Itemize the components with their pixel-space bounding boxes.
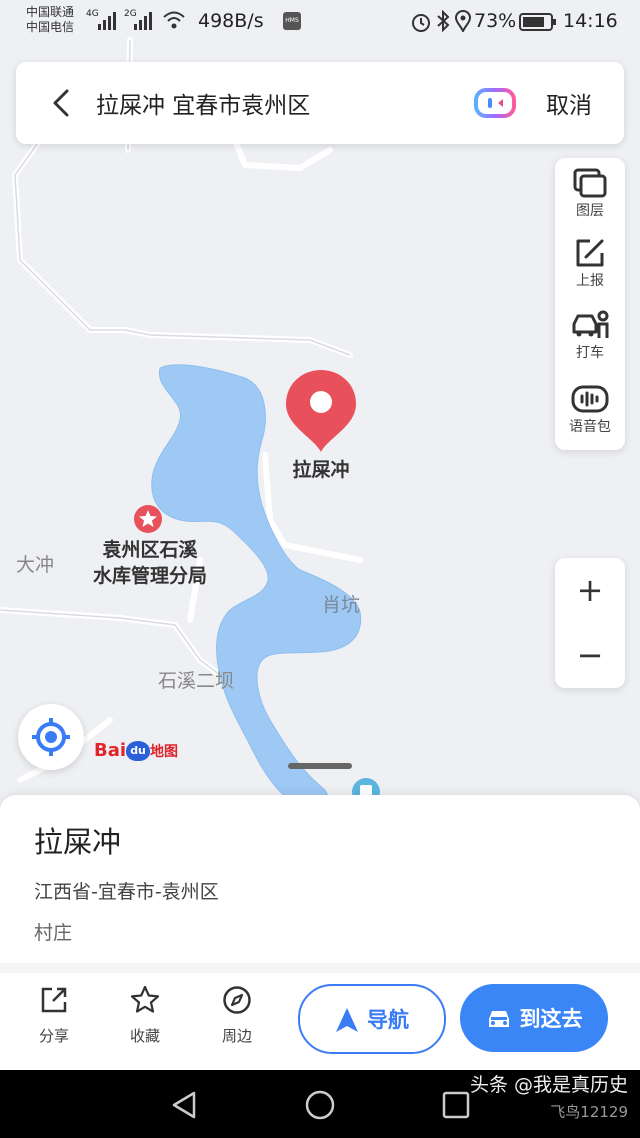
- report-button[interactable]: 上报: [555, 238, 625, 290]
- zoom-out-button[interactable]: −: [555, 623, 625, 688]
- search-query[interactable]: 拉屎冲 宜春市袁州区: [96, 86, 310, 120]
- watermark-2: 飞鸟12129: [550, 1103, 628, 1121]
- share-icon: [41, 987, 67, 1013]
- battery-icon: [519, 13, 556, 31]
- battery-percent: 73%: [474, 10, 517, 32]
- search-bar[interactable]: 拉屎冲 宜春市袁州区 取消: [16, 62, 624, 144]
- taxi-label: 打车: [576, 345, 604, 361]
- star-icon: [130, 985, 160, 1013]
- share-button[interactable]: 分享: [24, 985, 84, 1046]
- signal-type-1: 4G: [86, 9, 99, 19]
- watermark: 飞鸟12129 头条 @我是真历史: [470, 1074, 628, 1122]
- favorite-button[interactable]: 收藏: [115, 985, 175, 1046]
- navigate-label: 导航: [367, 1008, 409, 1032]
- share-label: 分享: [38, 1027, 69, 1045]
- taxi-icon: [572, 310, 609, 338]
- locate-me-button[interactable]: [18, 704, 84, 770]
- net-speed: 498B/s: [198, 10, 264, 32]
- sheet-drag-handle[interactable]: [288, 763, 352, 769]
- place-address: 江西省-宜春市-袁州区: [34, 881, 219, 903]
- watermark-text: 头条 @我是真历史: [469, 1074, 628, 1096]
- crosshair-icon: [32, 718, 70, 756]
- carrier-labels: 中国联通 中国电信: [26, 5, 74, 35]
- favorite-label: 收藏: [129, 1027, 160, 1045]
- zoom-in-button[interactable]: +: [555, 558, 625, 623]
- wifi-icon: [163, 11, 185, 29]
- map-label-dam: 石溪二坝: [158, 670, 235, 692]
- back-nav-icon[interactable]: [170, 1090, 198, 1120]
- back-arrow-icon[interactable]: [50, 88, 72, 118]
- voice-pack-label: 语音包: [569, 419, 611, 435]
- poi-label-line1: 袁州区石溪: [102, 539, 198, 561]
- poi-label[interactable]: 袁州区石溪 水库管理分局: [80, 537, 220, 589]
- car-icon: [488, 1011, 509, 1027]
- system-nav-bar: 飞鸟12129 头条 @我是真历史: [0, 1070, 640, 1138]
- layers-icon: [573, 168, 607, 198]
- location-pin-icon[interactable]: [284, 368, 358, 454]
- voice-pack-button[interactable]: 语音包: [555, 384, 625, 436]
- alarm-icon: [412, 14, 430, 32]
- location-status-icon: [455, 10, 471, 32]
- place-type: 村庄: [34, 922, 73, 944]
- layers-label: 图层: [576, 203, 604, 219]
- navigate-button[interactable]: 导航: [298, 984, 446, 1054]
- go-here-button[interactable]: 到这去: [460, 984, 608, 1052]
- go-here-label: 到这去: [519, 1007, 583, 1031]
- baidu-map-logo: Bai du 地图: [94, 740, 178, 761]
- carrier-1: 中国联通: [26, 5, 75, 19]
- poi-star-marker[interactable]: [132, 503, 164, 535]
- compass-icon: [223, 986, 251, 1014]
- zoom-controls: + −: [555, 558, 625, 688]
- signal-icon-1: [98, 12, 116, 30]
- assistant-robot-icon[interactable]: [474, 86, 516, 120]
- pin-label: 拉屎冲: [292, 459, 350, 481]
- place-name: 拉屎冲: [34, 825, 122, 859]
- logo-bai: Bai: [94, 740, 127, 761]
- logo-paw-icon: du: [126, 741, 151, 761]
- layers-button[interactable]: 图层: [555, 168, 625, 220]
- nearby-button[interactable]: 周边: [207, 985, 267, 1046]
- cancel-button[interactable]: 取消: [546, 86, 592, 120]
- bluetooth-icon: [437, 10, 450, 32]
- carrier-2: 中国电信: [26, 20, 75, 34]
- signal-icon-2: [134, 12, 152, 30]
- clock: 14:16: [563, 10, 618, 32]
- sheet-divider: [0, 963, 640, 973]
- edit-icon: [576, 239, 604, 267]
- logo-cn: 地图: [150, 744, 179, 760]
- recents-nav-icon[interactable]: [442, 1091, 470, 1119]
- status-bar: 中国联通 中国电信 4G 2G 498B/s HMS 73% 14:16: [0, 0, 640, 44]
- navigation-arrow-icon: [336, 1008, 358, 1032]
- map-label-dachong: 大冲: [16, 554, 55, 576]
- map-tools-panel: 图层 上报 打车 语音包: [555, 158, 625, 450]
- map-label-xiaokeng: 肖坑: [322, 594, 361, 616]
- poi-label-line2: 水库管理分局: [92, 565, 207, 587]
- nearby-label: 周边: [221, 1027, 252, 1045]
- report-label: 上报: [576, 273, 604, 289]
- home-nav-icon[interactable]: [304, 1089, 336, 1121]
- taxi-button[interactable]: 打车: [555, 310, 625, 362]
- voice-wave-icon: [571, 385, 609, 413]
- place-detail-sheet[interactable]: 拉屎冲 江西省-宜春市-袁州区 村庄 分享 收藏 周边 导航 到这去: [0, 763, 640, 1070]
- hms-badge: HMS: [283, 12, 301, 30]
